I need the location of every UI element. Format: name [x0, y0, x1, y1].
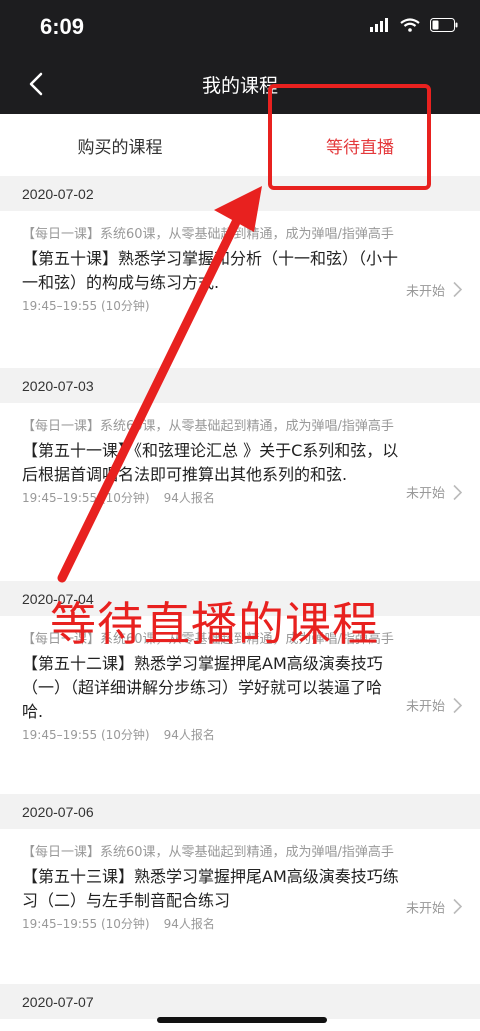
signal-icon: [370, 18, 388, 32]
course-item[interactable]: 【每日一课】系统60课，从零基础起到精通，成为弹唱/指弹高手 【第五十一课】《和…: [0, 403, 480, 581]
battery-icon: [430, 18, 458, 32]
chevron-right-icon: [453, 697, 462, 713]
home-indicator: [157, 1017, 327, 1023]
tab-purchased[interactable]: 购买的课程: [0, 114, 240, 176]
status-label: 未开始: [405, 284, 445, 299]
status-bar: 6:09: [0, 0, 480, 54]
chevron-right-icon: [453, 281, 462, 298]
course-signups: 94人报名: [163, 491, 215, 505]
course-time: 19:45–19:55 (10分钟): [22, 917, 150, 931]
course-meta: 19:45–19:55 (10分钟) 94人报名: [22, 489, 402, 506]
status-label: 未开始: [405, 901, 445, 916]
course-series: 【每日一课】系统60课，从零基础起到精通，成为弹唱/指弹高手: [22, 845, 394, 860]
course-status: 未开始: [406, 280, 462, 299]
course-signups: 94人报名: [163, 728, 215, 742]
status-time: 6:09: [40, 14, 85, 39]
date-header: 2020-07-03: [0, 368, 480, 403]
course-item[interactable]: 【每日一课】系统60课，从零基础起到精通，成为弹唱/指弹高手 【第五十三课】熟悉…: [0, 829, 480, 984]
course-title: 【第五十课】熟悉学习掌握和分析（十一和弦）（小十一和弦）的构成与练习方式.: [22, 249, 399, 292]
date-header: 2020-07-06: [0, 794, 480, 829]
course-meta: 19:45–19:55 (10分钟): [22, 297, 402, 314]
status-label: 未开始: [405, 699, 445, 715]
course-title: 【第五十二课】熟悉学习掌握押尾AM高级演奏技巧（一）（超详细讲解分步练习）学好就…: [22, 654, 383, 721]
course-title: 【第五十一课】《和弦理论汇总 》关于C系列和弦，以后根据首调唱名法即可推算出其他…: [22, 441, 399, 484]
course-item[interactable]: 【每日一课】系统60课，从零基础起到精通，成为弹唱/指弹高手 【第五十课】熟悉学…: [0, 211, 480, 368]
highlight-box: [268, 84, 431, 190]
course-time: 19:45–19:55 (10分钟): [22, 299, 150, 313]
chevron-right-icon: [453, 898, 462, 915]
course-series: 【每日一课】系统60课，从零基础起到精通，成为弹唱/指弹高手: [22, 419, 394, 434]
course-title: 【第五十三课】熟悉学习掌握押尾AM高级演奏技巧练习（二）与左手制音配合练习: [22, 867, 399, 910]
date-header: 2020-07-07: [0, 984, 480, 1019]
course-time: 19:45–19:55 (10分钟): [22, 728, 150, 742]
course-status: 未开始: [406, 483, 462, 502]
course-signups: 94人报名: [163, 917, 215, 931]
course-time: 19:45–19:55 (10分钟): [22, 491, 150, 505]
course-status: 未开始: [406, 696, 462, 715]
annotation-text: 等待直播的课程: [50, 597, 379, 651]
wifi-icon: [400, 18, 420, 32]
course-meta: 19:45–19:55 (10分钟) 94人报名: [22, 726, 402, 743]
course-status: 未开始: [406, 897, 462, 916]
chevron-right-icon: [453, 484, 462, 500]
course-series: 【每日一课】系统60课，从零基础起到精通，成为弹唱/指弹高手: [22, 227, 394, 242]
status-icons: [370, 18, 458, 32]
status-label: 未开始: [405, 486, 445, 502]
course-meta: 19:45–19:55 (10分钟) 94人报名: [22, 915, 402, 932]
